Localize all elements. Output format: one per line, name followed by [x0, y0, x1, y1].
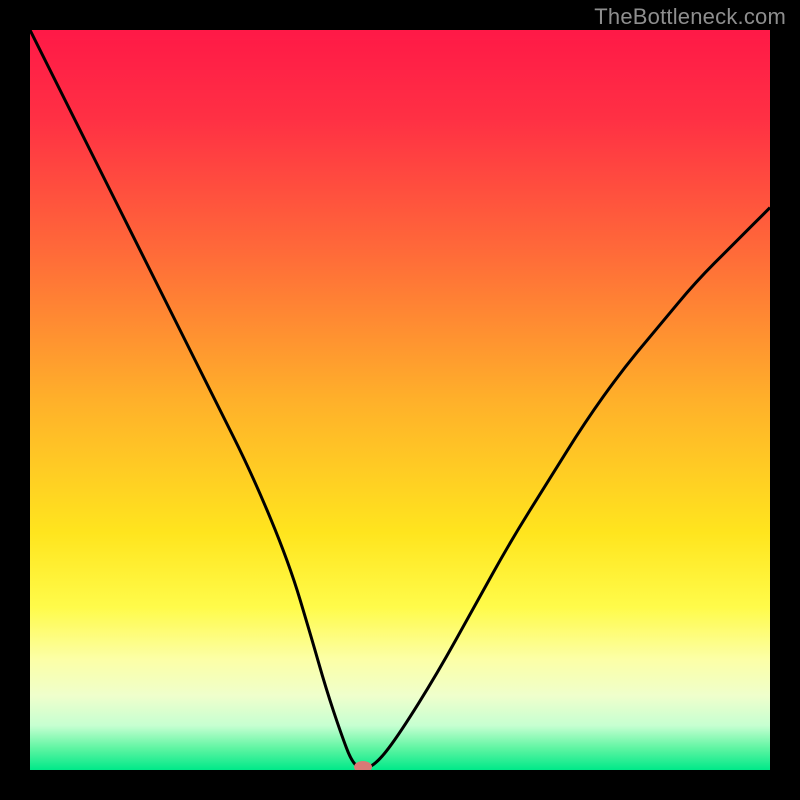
attribution-label: TheBottleneck.com — [594, 4, 786, 30]
plot-area — [30, 30, 770, 770]
chart-svg — [30, 30, 770, 770]
gradient-background — [30, 30, 770, 770]
chart-frame: TheBottleneck.com — [0, 0, 800, 800]
